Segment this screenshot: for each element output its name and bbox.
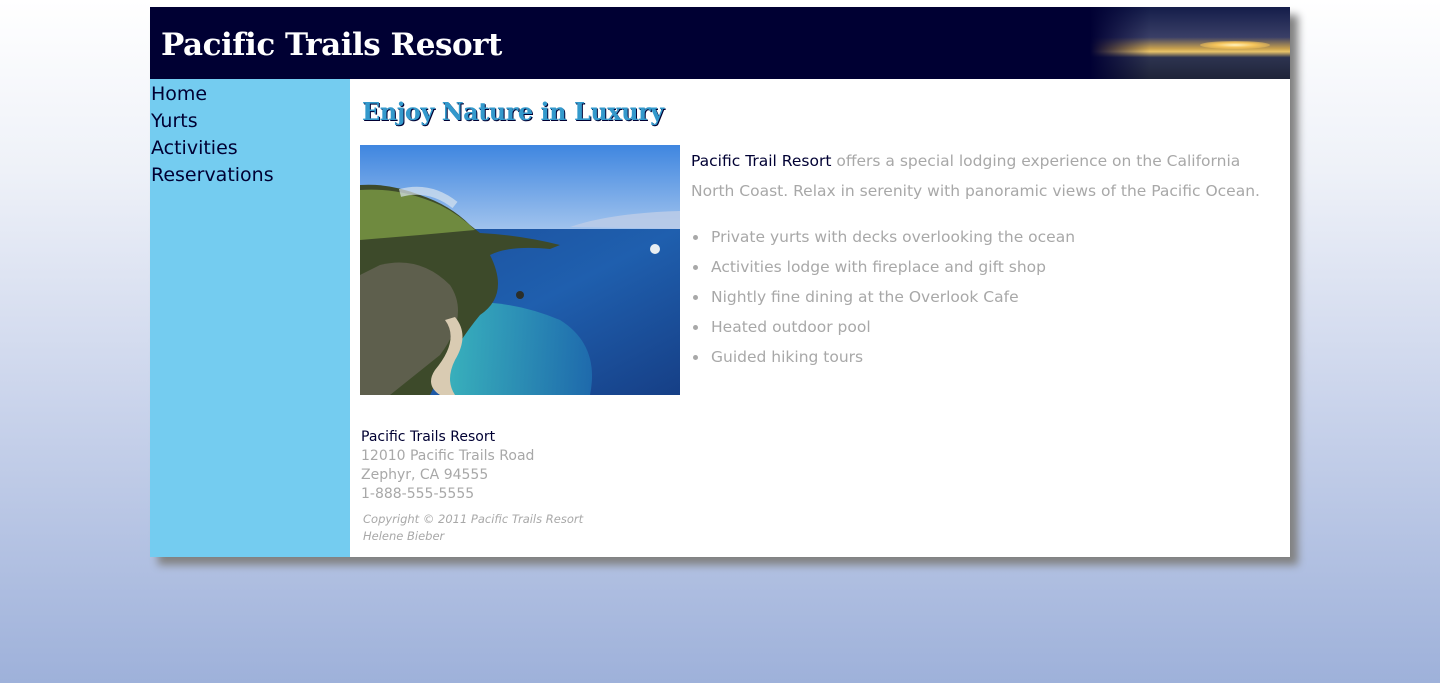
- list-item: Heated outdoor pool: [691, 312, 1075, 342]
- contact-city: Zephyr, CA 94555: [361, 467, 489, 483]
- feature-text: Guided hiking tours: [711, 348, 864, 366]
- features-list: Private yurts with decks overlooking the…: [691, 222, 1075, 372]
- feature-text: Activities lodge with fireplace and gift…: [711, 258, 1046, 276]
- feature-text: Nightly fine dining at the Overlook Cafe: [711, 288, 1019, 306]
- feature-text: Private yurts with decks overlooking the…: [711, 228, 1076, 246]
- contact-phone: 1-888-555-5555: [361, 486, 475, 502]
- header-sunset-image: [1090, 7, 1290, 79]
- intro-paragraph: Pacific Trail Resort offers a special lo…: [691, 146, 1276, 206]
- bullet-icon: [693, 235, 698, 240]
- nav-item-reservations[interactable]: Reservations: [150, 162, 350, 189]
- copyright-text: Copyright © 2011 Pacific Trails Resort: [363, 512, 584, 526]
- bullet-icon: [693, 265, 698, 270]
- sun-glow: [1200, 41, 1270, 49]
- page-wrapper: Pacific Trails Resort Home Yurts Activit…: [150, 7, 1290, 557]
- feature-text: Heated outdoor pool: [711, 318, 871, 336]
- bullet-icon: [693, 295, 698, 300]
- list-item: Activities lodge with fireplace and gift…: [691, 252, 1075, 282]
- nav-list: Home Yurts Activities Reservations: [150, 79, 350, 189]
- hero-image: [360, 145, 680, 395]
- nav-item-yurts[interactable]: Yurts: [150, 108, 350, 135]
- main-nav: Home Yurts Activities Reservations: [150, 79, 350, 557]
- list-item: Guided hiking tours: [691, 342, 1075, 372]
- nav-item-home[interactable]: Home: [150, 81, 350, 108]
- intro-brand: Pacific Trail Resort: [691, 152, 832, 170]
- bullet-icon: [693, 325, 698, 330]
- list-item: Private yurts with decks overlooking the…: [691, 222, 1075, 252]
- contact-street: 12010 Pacific Trails Road: [361, 448, 535, 464]
- page-heading: Enjoy Nature in Luxury: [362, 97, 664, 126]
- contact-name: Pacific Trails Resort: [361, 429, 496, 445]
- author-text: Helene Bieber: [363, 529, 445, 543]
- ocean-cliff-photo: [360, 145, 680, 395]
- nav-item-activities[interactable]: Activities: [150, 135, 350, 162]
- site-title: Pacific Trails Resort: [161, 27, 502, 63]
- list-item: Nightly fine dining at the Overlook Cafe: [691, 282, 1075, 312]
- site-header: Pacific Trails Resort: [150, 7, 1290, 79]
- contact-info: Pacific Trails Resort 12010 Pacific Trai…: [361, 428, 534, 504]
- site-footer: Copyright © 2011 Pacific Trails Resort H…: [363, 511, 583, 545]
- bullet-icon: [693, 355, 698, 360]
